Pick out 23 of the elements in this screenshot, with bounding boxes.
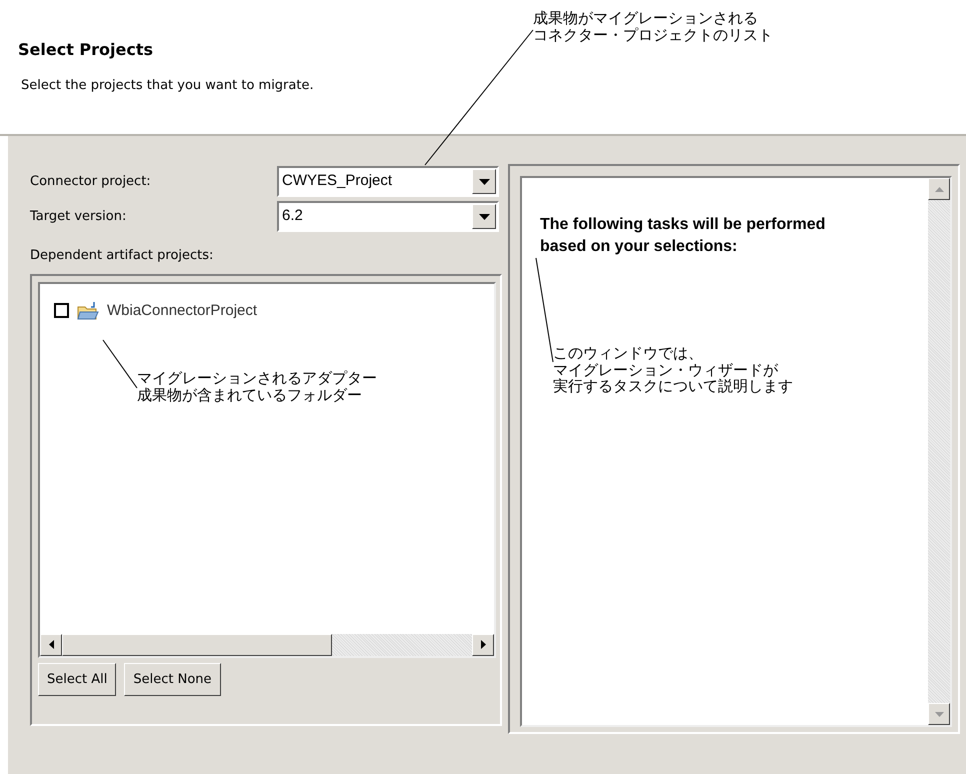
scroll-down-icon[interactable] xyxy=(928,703,950,725)
target-version-dropdown[interactable]: 6.2 xyxy=(277,201,499,232)
select-none-button[interactable]: Select None xyxy=(124,662,221,696)
tasks-heading: The following tasks will be performed based on your selections: xyxy=(540,216,826,256)
leader-line xyxy=(102,340,138,388)
page-title: Select Projects xyxy=(18,39,154,61)
callout-text: このウィンドウでは、 マイグレーション・ウィザードが 実行するタスクについて説明します xyxy=(553,345,793,394)
select-all-button[interactable]: Select All xyxy=(38,662,116,696)
callout-text: マイグレーションされるアダプター 成果物が含まれているフォルダー xyxy=(137,370,377,403)
scroll-left-icon[interactable] xyxy=(40,634,62,656)
project-name[interactable]: WbiaConnectorProject xyxy=(107,300,258,322)
scrollbar-track[interactable] xyxy=(928,178,950,725)
folder-icon xyxy=(77,300,99,321)
scrollbar-thumb[interactable] xyxy=(62,634,332,656)
field-label: Connector project: xyxy=(30,172,152,191)
page-description: Select the projects that you want to migrate. xyxy=(21,77,315,95)
scroll-up-icon[interactable] xyxy=(928,178,950,200)
callout-text: 成果物がマイグレーションされる コネクター・プロジェクトのリスト xyxy=(533,10,773,43)
list-label: Dependent artifact projects: xyxy=(30,247,214,265)
field-label: Target version: xyxy=(30,208,128,226)
scroll-right-icon[interactable] xyxy=(472,634,494,656)
checkbox[interactable] xyxy=(54,303,69,318)
connector-project-dropdown[interactable]: CWYES_Project xyxy=(277,166,499,197)
